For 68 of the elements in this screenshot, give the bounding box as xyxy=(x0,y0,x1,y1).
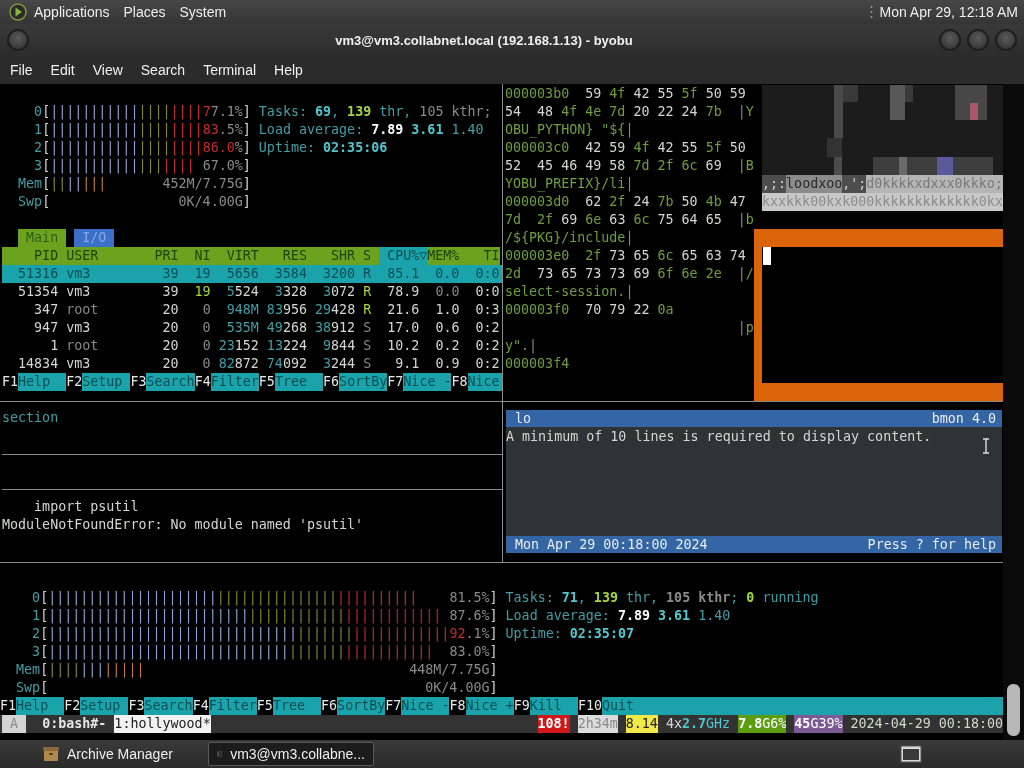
menu-item[interactable]: Edit xyxy=(41,62,84,78)
process-row[interactable]: 51354 vm3 39 19 5524 3328 3072 R 78.9 0.0 0:0 xyxy=(2,283,502,301)
taskbar-button[interactable]: Archive Manager xyxy=(34,742,200,766)
terminal-line: Swp[ 0K/4.00G] xyxy=(17,193,252,211)
process-row[interactable]: 347 root 20 0 948M 83956 29428 R 21.6 1.0 0:3 xyxy=(2,301,502,319)
taskbar-button[interactable]: vm3@vm3.collabne... xyxy=(208,742,374,766)
terminal-line: 000003e0 2f 73 65 6c 65 63 74 xyxy=(505,247,747,265)
bmon-message: A minimum of 10 lines is required to display content. xyxy=(506,428,932,446)
terminal-line: 3[|||||||||||||||||| 67.0%] xyxy=(33,157,252,175)
process-row[interactable]: 1 root 20 0 23152 13224 9844 S 10.2 0.2 0:2 xyxy=(2,337,502,355)
terminal-line: 2[|||||||||||||||||||86.0%] Uptime: 02:35:06 xyxy=(33,139,389,157)
close-button[interactable] xyxy=(995,29,1017,51)
menu-item[interactable]: Help xyxy=(265,62,312,78)
interface-name: lo xyxy=(515,410,532,427)
terminal-line: 0[|||||||||||||||||||77.1%] Tasks: 69, 139 thr, 105 kthr; xyxy=(33,103,493,121)
panel-menu[interactable]: System xyxy=(172,4,234,20)
terminal-line: 000003f4 xyxy=(505,355,571,373)
terminal-line: select-session.| xyxy=(505,283,635,301)
scroll-thumb[interactable] xyxy=(1007,684,1020,736)
play-logo-icon[interactable] xyxy=(9,3,27,21)
terminal-line: 7d 2f 69 6e 63 6c 75 64 65 |b xyxy=(505,211,753,229)
clock[interactable]: Mon Apr 29, 12:18 AM xyxy=(879,4,1018,20)
menu-item[interactable]: Terminal xyxy=(194,62,266,78)
help-hint: Press ? for help xyxy=(867,536,996,553)
terminal-line: ,;:loodxoo,';d0kkkkxdxxx0kkko; xyxy=(762,175,1003,193)
terminal-line: 1[||||||||||||||||||||||||||||||||||||||||||||||||| 87.6%] Load average: 7.89 3.61 1.40 xyxy=(31,607,732,625)
terminal-line: ModuleNotFoundError: No module named 'psutil' xyxy=(2,516,364,534)
maximize-button[interactable] xyxy=(967,29,989,51)
panel-menu[interactable]: Places xyxy=(116,4,173,20)
menu-item[interactable]: Search xyxy=(131,62,195,78)
terminal-line: /${PKG}/include| xyxy=(505,229,635,247)
bmon-date: Mon Apr 29 00:18:00 2024 xyxy=(515,536,708,553)
terminal-line: 3[|||||||||||||||||||||||||||||||||||||||||||||||| 83.0%] xyxy=(31,643,499,661)
process-row[interactable]: 947 vm3 20 0 535M 49268 38912 S 17.0 0.6 0:2 xyxy=(2,319,502,337)
text-cursor-icon xyxy=(982,438,990,454)
scrollbar[interactable] xyxy=(1003,84,1024,740)
menu-item[interactable]: View xyxy=(83,62,132,78)
terminal-line: 1[|||||||||||||||||||83.5%] Load average: 7.89 3.61 1.40 xyxy=(33,121,485,139)
panel-menu[interactable]: Applications xyxy=(27,4,117,20)
handle-icon[interactable] xyxy=(870,4,874,20)
terminal-line: 000003b0 59 4f 42 55 5f 50 59 xyxy=(505,85,747,103)
terminal-line: YOBU_PREFIX}/li| xyxy=(505,175,635,193)
menu-item[interactable]: File xyxy=(1,62,42,78)
bmon-version: bmon 4.0 xyxy=(931,410,996,427)
terminal-line: 000003c0 42 59 4f 42 55 5f 50 xyxy=(505,139,747,157)
desktop-icon[interactable] xyxy=(900,745,922,763)
terminal-line: 54 48 4f 4e 7d 20 22 24 7b |Y xyxy=(505,103,753,121)
terminal-line: y".| xyxy=(505,337,539,355)
terminal-line: Mem[||||||| 452M/7.75G] xyxy=(17,175,252,193)
terminal-line: 000003f0 70 79 22 0a xyxy=(505,301,675,319)
terminal-line: Swp[ 0K/4.00G] xyxy=(15,679,499,697)
process-row[interactable]: 14834 vm3 20 0 82872 74092 3244 S 9.1 0.9 0:2 xyxy=(2,355,502,373)
terminal-line: 2d 73 65 73 73 69 6f 6e 2e |/ xyxy=(505,265,753,283)
terminal-line: 52 45 46 49 58 7d 2f 6c 69 |B xyxy=(505,157,753,175)
status-bar: A 0:bash#- 1:hollywood* 108! 2h34m 8.14 4x2.7GHz 7.8G6% 45G39% 2024-04-29 00:18:00 xyxy=(0,715,1003,733)
terminal-line: OBU_PYTHON} "${| xyxy=(505,121,635,139)
terminal-line: 000003d0 62 2f 24 7b 50 4b 47 xyxy=(505,193,747,211)
window-title: vm3@vm3.collabnet.local (192.168.1.13) - byobu xyxy=(334,32,634,48)
terminal-line: |p xyxy=(736,319,753,337)
terminal-line: 2[||||||||||||||||||||||||||||||||||||||||||||||||||92.1%] Uptime: 02:35:07 xyxy=(31,625,635,643)
window-menu-button[interactable] xyxy=(7,29,29,51)
text-cursor xyxy=(763,247,771,265)
terminal-line: Mem[|||||||||||| 448M/7.75G] xyxy=(15,661,499,679)
terminal-line: import psutil xyxy=(33,498,139,516)
section-label: section xyxy=(2,409,59,427)
terminal-line: 0[|||||||||||||||||||||||||||||||||||||||||||||| 81.5%] Tasks: 71, 139 thr, 105 kthr; 0 running xyxy=(31,589,820,607)
archive-box-icon xyxy=(43,746,59,762)
minimize-button[interactable] xyxy=(939,29,961,51)
